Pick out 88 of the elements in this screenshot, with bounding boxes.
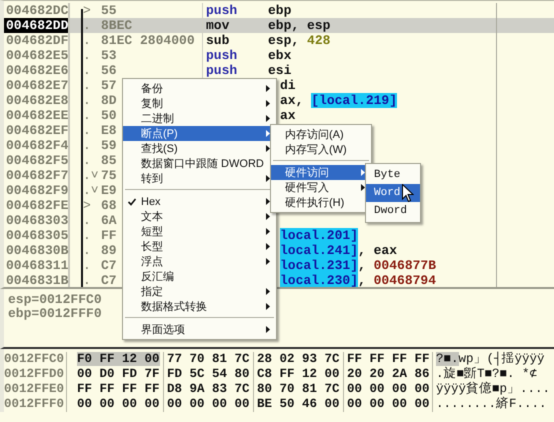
jump-mark: . xyxy=(83,93,91,108)
address-cell: 0046830B xyxy=(4,243,70,258)
operand-cell: ebx xyxy=(268,48,292,63)
jump-mark: . xyxy=(83,153,91,168)
mnemonic-cell: mov xyxy=(206,18,230,33)
address-cell: 0012FFD0 xyxy=(4,367,68,382)
jump-mark: > xyxy=(83,198,91,213)
address-cell: 004682F5 xyxy=(4,153,70,168)
address-cell: 004682DF xyxy=(4,33,70,48)
mnemonic-cell: push xyxy=(206,3,238,18)
operand-cell: local.231], 0046877B xyxy=(280,258,436,273)
address-cell: 004682F9 xyxy=(4,183,70,198)
hex-cell: 81EC 2804000 xyxy=(101,33,203,48)
hex-bytes-cell: 00 00 00 00 xyxy=(77,397,160,411)
jump-mark: . xyxy=(83,258,91,273)
jump-mark: > xyxy=(83,3,91,18)
hex-bytes-cell: 80 70 81 7C xyxy=(257,382,340,396)
address-cell: 004682E5 xyxy=(4,48,70,63)
address-cell: 0012FFE0 xyxy=(4,382,68,397)
jump-mark: . xyxy=(83,108,91,123)
address-cell: 004682EF xyxy=(4,123,70,138)
menu-item[interactable]: 数据格式转换 xyxy=(123,299,276,314)
operand-cell: ebp xyxy=(268,3,292,18)
jump-mark: . xyxy=(83,213,91,228)
address-cell: 00468311 xyxy=(4,258,70,273)
address-cell: 0046831B xyxy=(4,273,70,287)
jump-mark: .˅ xyxy=(83,183,99,198)
hex-cell: 8BEC xyxy=(101,18,203,33)
hex-bytes-cell: BE 50 46 00 xyxy=(257,397,340,411)
hex-bytes-cell: FF FF FF FF xyxy=(77,382,160,396)
operand-cell: esp, 428 xyxy=(268,33,330,48)
hex-bytes-cell: 20 20 2A 86 xyxy=(347,367,430,381)
operand-cell: local.241], eax xyxy=(280,243,398,258)
address-cell: 004682F7 xyxy=(4,168,70,183)
address-cell: 004682E6 xyxy=(4,63,70,78)
operand-cell: di xyxy=(280,78,296,93)
register-text: esp=0012FFC0 xyxy=(8,293,102,307)
jump-mark: . xyxy=(83,123,91,138)
menu-item[interactable]: 界面选项 xyxy=(123,322,276,337)
address-cell: 004682FE xyxy=(4,198,70,213)
mnemonic-cell: push xyxy=(206,48,238,63)
hex-bytes-cell: 00 00 00 00 xyxy=(347,382,430,396)
operand-cell: ebp, esp xyxy=(268,18,330,33)
ascii-cell: ?■.wp」(┤揺ÿÿÿÿ xyxy=(436,352,545,366)
hex-bytes-cell: FD 5C 54 80 xyxy=(167,367,250,381)
hex-bytes-cell: D8 9A 83 7C xyxy=(167,382,250,396)
ascii-cell: ........緕F.... xyxy=(436,397,547,411)
hex-bytes-cell: 00 D0 FD 7F xyxy=(77,367,160,381)
address-cell: 0012FFC0 xyxy=(4,352,68,367)
hex-bytes-cell: FF FF FF FF xyxy=(347,352,430,366)
operand-cell: ax, [local.219] xyxy=(280,93,398,108)
jump-mark: . xyxy=(83,78,91,93)
jump-mark: . xyxy=(83,243,91,258)
mouse-pointer-icon xyxy=(402,184,414,203)
hex-cell: 53 xyxy=(101,48,203,63)
address-cell: 004682E7 xyxy=(4,78,70,93)
operand-cell: ax xyxy=(280,108,296,123)
jump-mark: . xyxy=(83,48,91,63)
mnemonic-cell: push xyxy=(206,63,238,78)
menu-item[interactable]: Dword xyxy=(366,202,420,220)
hex-bytes-cell: C8 FF 12 00 xyxy=(257,367,340,381)
address-cell: 00468305 xyxy=(4,228,70,243)
hex-bytes-cell: 28 02 93 7C xyxy=(257,352,340,366)
jump-mark: . xyxy=(83,18,91,33)
hex-bytes-cell: F0 FF 12 00 xyxy=(77,352,160,366)
jump-mark: . xyxy=(83,138,91,153)
hex-bytes-cell: 00 00 00 00 xyxy=(347,397,430,411)
mnemonic-cell: sub xyxy=(206,33,230,48)
operand-cell: local.201] xyxy=(280,228,358,243)
address-cell: 004682E8 xyxy=(4,93,70,108)
address-cell: 004682EE xyxy=(4,108,70,123)
jump-mark: . xyxy=(83,33,91,48)
address-cell: 0012FFF0 xyxy=(4,397,68,412)
address-cell: 00468303 xyxy=(4,213,70,228)
register-text: ebp=0012FFF0 xyxy=(8,307,102,321)
ascii-cell: ÿÿÿÿ貧億■p」.... xyxy=(436,382,550,396)
address-cell: 004682F4 xyxy=(4,138,70,153)
jump-mark: . xyxy=(83,273,91,287)
hex-bytes-cell: 00 00 00 00 xyxy=(167,397,250,411)
menu-item[interactable]: 指定 xyxy=(123,284,276,299)
operand-cell: local.230], 00468794 xyxy=(280,273,436,287)
jump-mark: . xyxy=(83,63,91,78)
address-cell: 004682DD xyxy=(4,18,70,33)
jump-mark: .˅ xyxy=(83,168,99,183)
operand-cell: esi xyxy=(268,63,292,78)
hex-bytes-cell: 77 70 81 7C xyxy=(167,352,250,366)
jump-mark: . xyxy=(83,228,91,243)
ascii-cell: .旋■斵T■?■. *⊄ xyxy=(436,367,538,381)
